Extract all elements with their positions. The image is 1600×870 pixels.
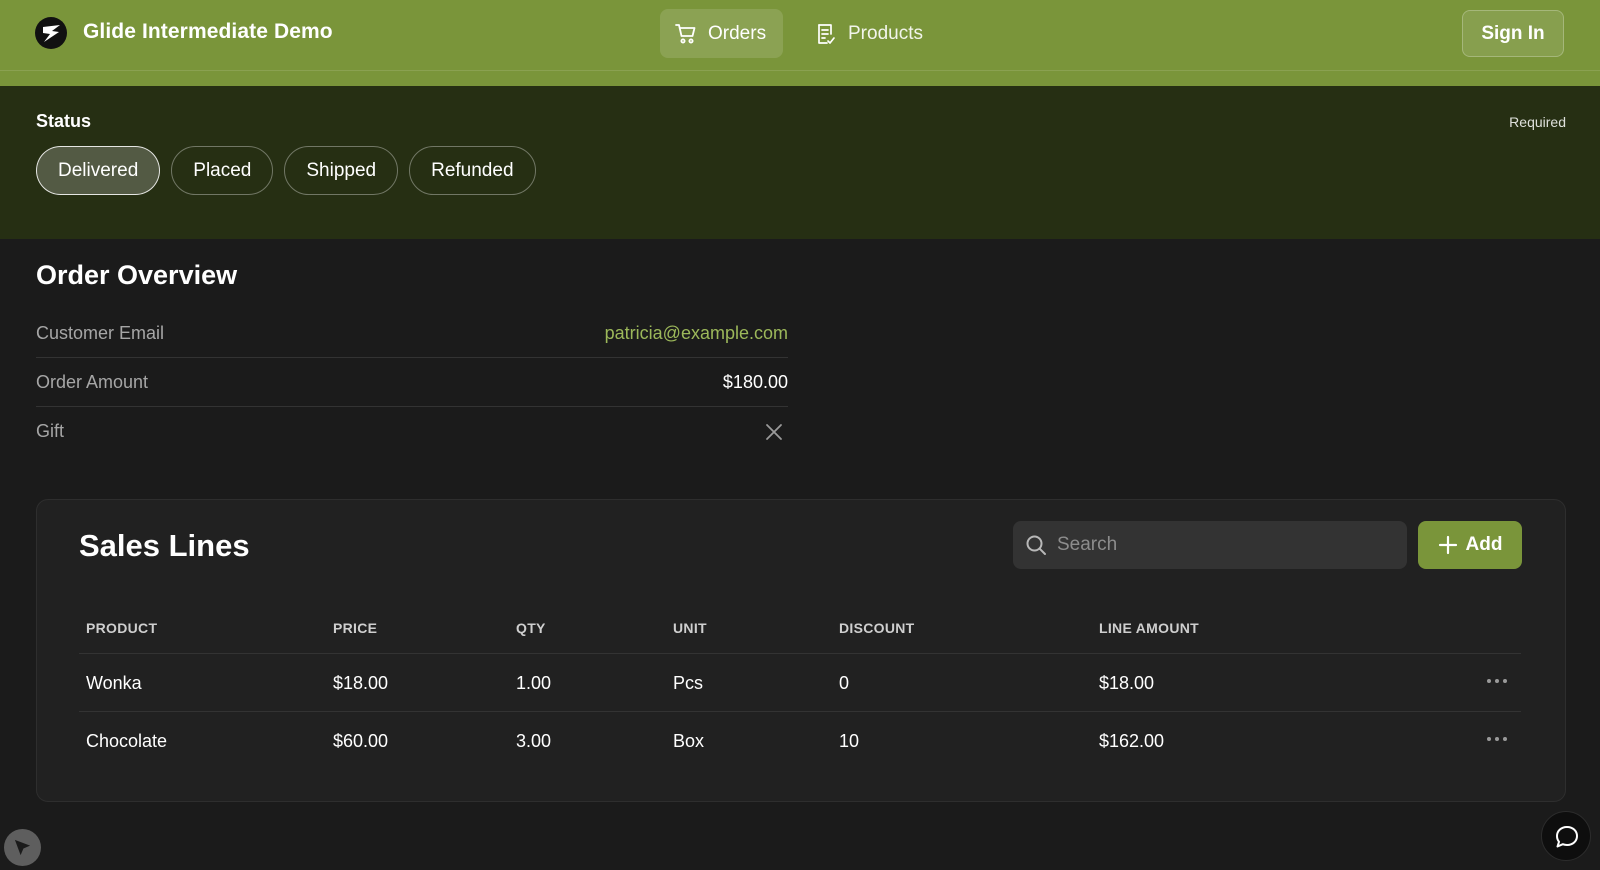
- cell-qty: 1.00: [516, 673, 552, 693]
- cell-price: $60.00: [333, 731, 389, 751]
- topbar-divider: [0, 70, 1600, 71]
- top-navigation-bar: Glide Intermediate Demo Orders Products …: [0, 0, 1600, 86]
- cell-product: Wonka: [86, 673, 142, 693]
- status-label: Status: [36, 111, 92, 131]
- required-label: Required: [1509, 114, 1566, 130]
- cart-icon: [675, 23, 696, 43]
- column-header-product[interactable]: PRODUCT: [86, 620, 157, 636]
- chat-bubble-icon: [1556, 826, 1578, 848]
- column-header-line-amount[interactable]: LINE AMOUNT: [1099, 620, 1199, 636]
- overview-row-gift: Gift: [36, 407, 788, 456]
- customer-email-label: Customer Email: [36, 322, 165, 343]
- app-title[interactable]: Glide Intermediate Demo: [83, 20, 333, 44]
- cell-qty: 3.00: [516, 731, 552, 751]
- sales-lines-card: Sales Lines Add PRODUCT PRICE QTY UNIT D…: [36, 499, 1566, 802]
- search-icon: [1026, 535, 1046, 555]
- status-section: Status Required Delivered Placed Shipped…: [0, 86, 1600, 239]
- cell-line-amount: $18.00: [1099, 673, 1155, 693]
- search-input[interactable]: [1057, 534, 1377, 556]
- tab-products-label: Products: [848, 22, 923, 44]
- status-chip-shipped[interactable]: Shipped: [284, 146, 399, 195]
- gift-label: Gift: [36, 421, 65, 441]
- sign-in-button[interactable]: Sign In: [1462, 10, 1564, 57]
- close-icon: [766, 423, 782, 440]
- plus-icon: [1438, 535, 1457, 555]
- overview-row-customer-email: Customer Email patricia@example.com: [36, 309, 788, 358]
- tab-orders[interactable]: Orders: [660, 9, 783, 58]
- order-amount-label: Order Amount: [36, 371, 149, 392]
- customer-email-value[interactable]: patricia@example.com: [605, 323, 788, 344]
- cell-discount: 0: [839, 673, 850, 693]
- glide-logo-icon[interactable]: [35, 17, 67, 49]
- sales-lines-title: Sales Lines: [79, 528, 250, 563]
- status-chip-delivered[interactable]: Delivered: [36, 146, 161, 195]
- cursor-arrow-icon: [14, 839, 31, 856]
- cell-line-amount: $162.00: [1099, 731, 1165, 751]
- row-divider: [79, 711, 1521, 712]
- cell-unit: Box: [673, 731, 705, 751]
- more-options-icon[interactable]: [1485, 734, 1509, 744]
- status-chip-placed[interactable]: Placed: [171, 146, 274, 195]
- cursor-arrow-button[interactable]: [4, 829, 41, 866]
- add-button[interactable]: Add: [1418, 521, 1522, 569]
- header-divider: [79, 653, 1521, 654]
- cell-unit: Pcs: [673, 673, 704, 693]
- order-overview-title: Order Overview: [36, 260, 238, 290]
- search-box[interactable]: [1013, 521, 1407, 569]
- overview-row-order-amount: Order Amount $180.00: [36, 358, 788, 407]
- column-header-discount[interactable]: DISCOUNT: [839, 620, 915, 636]
- more-options-icon[interactable]: [1485, 676, 1509, 686]
- column-header-price[interactable]: PRICE: [333, 620, 377, 636]
- status-choice-group: Delivered Placed Shipped Refunded: [36, 146, 536, 195]
- cell-product: Chocolate: [86, 731, 168, 751]
- column-header-unit[interactable]: UNIT: [673, 620, 707, 636]
- tab-orders-label: Orders: [708, 22, 767, 44]
- tab-products[interactable]: Products: [800, 9, 940, 58]
- document-list-icon: [818, 23, 835, 44]
- cell-price: $18.00: [333, 673, 389, 693]
- chat-button[interactable]: [1541, 811, 1591, 861]
- cell-discount: 10: [839, 731, 860, 751]
- add-button-label: Add: [1465, 534, 1503, 555]
- status-chip-refunded[interactable]: Refunded: [409, 146, 536, 195]
- column-header-qty[interactable]: QTY: [516, 620, 546, 636]
- order-amount-value: $180.00: [722, 371, 788, 392]
